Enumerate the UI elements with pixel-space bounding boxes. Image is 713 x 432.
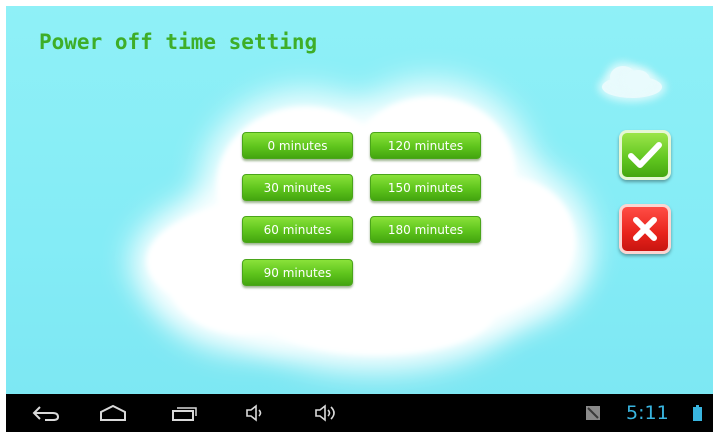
volume-down-icon — [246, 404, 262, 422]
back-button[interactable] — [28, 402, 64, 424]
page-title: Power off time setting — [39, 30, 318, 54]
option-60-minutes-button[interactable]: 60 minutes — [242, 216, 353, 243]
volume-up-button[interactable] — [308, 402, 344, 424]
x-icon — [633, 217, 657, 241]
screenshot-icon — [586, 406, 600, 420]
back-icon — [32, 406, 60, 421]
cloud-background — [106, 66, 606, 366]
home-icon — [100, 404, 126, 421]
option-0-minutes-button[interactable]: 0 minutes — [242, 132, 353, 159]
status-clock: 5:11 — [626, 402, 669, 424]
option-180-minutes-button[interactable]: 180 minutes — [370, 216, 481, 243]
small-cloud-decoration — [596, 62, 668, 104]
screenshot-notification[interactable] — [582, 402, 604, 424]
home-button[interactable] — [95, 402, 131, 424]
battery-status — [690, 402, 704, 424]
volume-up-icon — [315, 404, 335, 422]
battery-icon — [692, 405, 702, 421]
confirm-button[interactable] — [619, 130, 671, 180]
recent-apps-button[interactable] — [166, 402, 202, 424]
option-30-minutes-button[interactable]: 30 minutes — [242, 174, 353, 201]
recent-apps-icon — [172, 407, 197, 421]
system-navigation-bar: 5:11 — [6, 394, 713, 432]
option-120-minutes-button[interactable]: 120 minutes — [370, 132, 481, 159]
volume-down-button[interactable] — [238, 402, 274, 424]
option-90-minutes-button[interactable]: 90 minutes — [242, 259, 353, 286]
option-150-minutes-button[interactable]: 150 minutes — [370, 174, 481, 201]
app-screen: Power off time setting 0 minutes 120 min… — [6, 6, 713, 432]
cancel-button[interactable] — [619, 204, 671, 254]
checkmark-icon — [628, 142, 662, 168]
